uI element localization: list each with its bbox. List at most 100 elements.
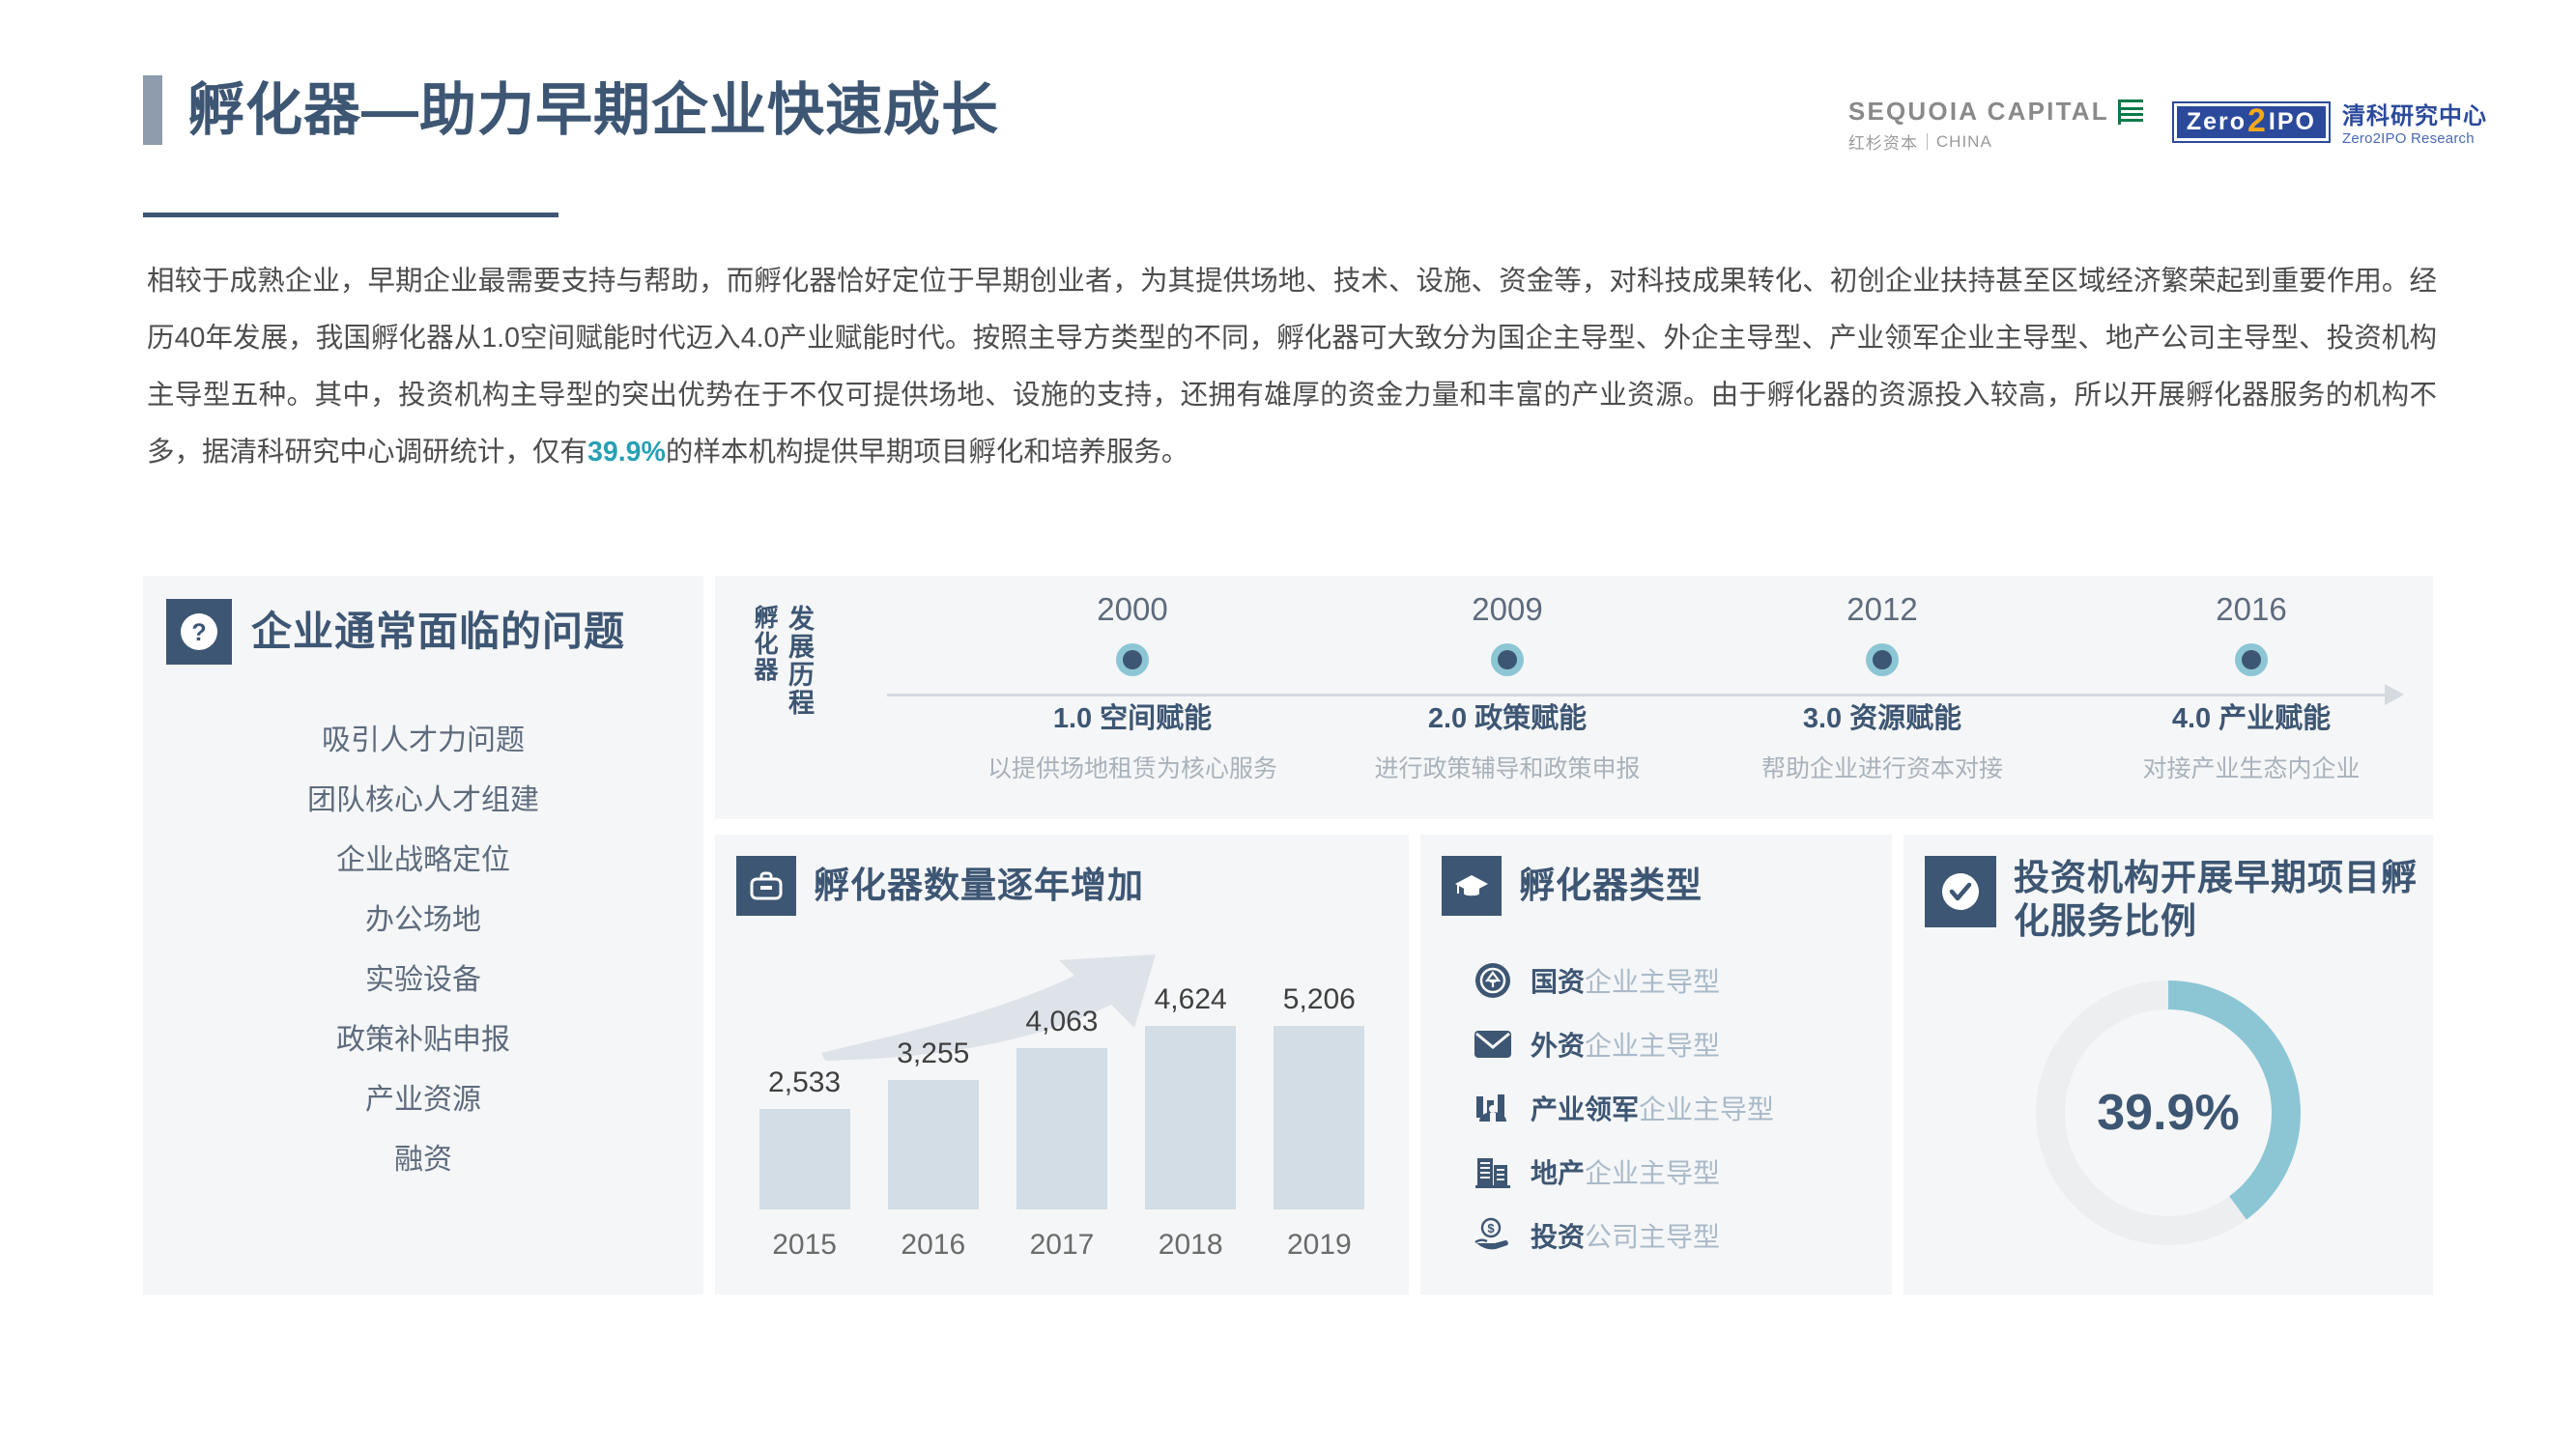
milestone-desc: 进行政策辅导和政策申报 bbox=[1343, 750, 1672, 784]
page-title: 孵化器—助力早期企业快速成长 bbox=[187, 82, 999, 139]
type-rest-label: 企业主导型 bbox=[1585, 1025, 1720, 1064]
list-item: 融资 bbox=[143, 1130, 703, 1190]
intro-text-part1: 相较于成熟企业，早期企业最需要支持与帮助，而孵化器恰好定位于早期创业者，为其提供… bbox=[147, 266, 2437, 468]
milestone-stage: 4.0 产业赋能 bbox=[2087, 696, 2416, 736]
zero2ipo-chinese-name: 清科研究中心 bbox=[2342, 97, 2487, 130]
bar-category-label: 2015 bbox=[751, 1229, 859, 1262]
timeline-milestone: 2009 2.0 政策赋能 进行政策辅导和政策申报 bbox=[1343, 591, 1672, 784]
bar-category-label: 2016 bbox=[879, 1229, 987, 1262]
milestone-desc: 对接产业生态内企业 bbox=[2087, 750, 2416, 784]
industry-leader-icon bbox=[1473, 1088, 1513, 1128]
milestone-desc: 帮助企业进行资本对接 bbox=[1718, 750, 2046, 784]
title-accent-bar bbox=[143, 75, 162, 145]
bar-category-label: 2018 bbox=[1136, 1229, 1245, 1262]
types-list: 国资 企业主导型 外资 企业主导型 bbox=[1473, 949, 1892, 1267]
bar-category-axis: 2015 2016 2017 2018 2019 bbox=[740, 1229, 1384, 1262]
intro-paragraph: 相较于成熟企业，早期企业最需要支持与帮助，而孵化器恰好定位于早期创业者，为其提供… bbox=[147, 253, 2437, 481]
sequoia-chinese-name: 红杉资本 bbox=[1848, 129, 1918, 154]
check-circle-icon bbox=[1925, 856, 1996, 927]
list-item: 产业领军 企业主导型 bbox=[1473, 1076, 1892, 1140]
types-header: 孵化器类型 bbox=[1442, 856, 1892, 916]
bar-value-label: 5,206 bbox=[1283, 983, 1356, 1016]
types-panel: 孵化器类型 国资 企业主导型 bbox=[1420, 835, 1892, 1294]
bar-category-label: 2017 bbox=[1008, 1229, 1116, 1262]
donut-title: 投资机构开展早期项目孵化服务比例 bbox=[2014, 856, 2433, 943]
list-item: 地产 企业主导型 bbox=[1473, 1140, 1892, 1204]
list-item: 办公场地 bbox=[143, 891, 703, 951]
list-item: 政策补贴申报 bbox=[143, 1010, 703, 1070]
donut-panel: 投资机构开展早期项目孵化服务比例 39.9% bbox=[1903, 835, 2433, 1294]
bar-series: 2,533 3,255 4,063 4,624 5,206 bbox=[740, 983, 1384, 1209]
problems-list: 吸引人才力问题 团队核心人才组建 企业战略定位 办公场地 实验设备 政策补贴申报… bbox=[143, 711, 703, 1190]
bar-chart-panel: 孵化器数量逐年增加 2,533 3,255 4,063 bbox=[715, 835, 1409, 1294]
question-mark-icon: ? bbox=[166, 599, 232, 665]
zero2ipo-text: 清科研究中心 Zero2IPO Research bbox=[2342, 97, 2487, 147]
milestone-dot-icon bbox=[2235, 643, 2268, 676]
milestone-dot-icon bbox=[1866, 643, 1899, 676]
bar-rect bbox=[759, 1109, 850, 1209]
sequoia-wordmark-row: SEQUOIA CAPITAL bbox=[1848, 97, 2143, 127]
donut-header: 投资机构开展早期项目孵化服务比例 bbox=[1925, 856, 2433, 943]
type-rest-label: 企业主导型 bbox=[1585, 1152, 1720, 1191]
sequoia-subtitle-row: 红杉资本 CHINA bbox=[1848, 129, 2143, 154]
milestone-year: 2009 bbox=[1343, 591, 1672, 628]
zero2ipo-mark-two: 2 bbox=[2247, 108, 2268, 134]
type-strong-label: 产业领军 bbox=[1531, 1089, 1639, 1127]
bar-value-label: 2,533 bbox=[768, 1066, 841, 1099]
timeline-vertical-label: 孵化器 发展历程 bbox=[750, 605, 814, 717]
timeline-panel: 孵化器 发展历程 2000 1.0 空间赋能 以提供场地租赁为核心服务 2009… bbox=[715, 576, 2433, 819]
building-icon bbox=[1473, 1151, 1513, 1192]
slide-header: 孵化器—助力早期企业快速成长 SEQUOIA CAPITAL 红杉资本 CHIN… bbox=[0, 0, 2576, 232]
donut-center-label: 39.9% bbox=[2023, 968, 2313, 1258]
sequoia-capital-logo: SEQUOIA CAPITAL 红杉资本 CHINA bbox=[1848, 97, 2143, 154]
slide-root: 孵化器—助力早期企业快速成长 SEQUOIA CAPITAL 红杉资本 CHIN… bbox=[0, 0, 2576, 1449]
sequoia-wordmark: SEQUOIA CAPITAL bbox=[1848, 97, 2109, 127]
envelope-icon bbox=[1473, 1024, 1513, 1065]
milestone-stage: 2.0 政策赋能 bbox=[1343, 696, 1672, 736]
type-strong-label: 国资 bbox=[1531, 961, 1585, 1000]
svg-text:$: $ bbox=[1487, 1221, 1495, 1236]
list-item: $ 投资 公司主导型 bbox=[1473, 1204, 1892, 1267]
milestone-year: 2000 bbox=[968, 591, 1297, 628]
money-hand-icon: $ bbox=[1473, 1215, 1513, 1256]
milestone-dot-icon bbox=[1491, 643, 1524, 676]
zero2ipo-logo: Zero 2 IPO 清科研究中心 Zero2IPO Research bbox=[2172, 97, 2487, 147]
milestone-dot-icon bbox=[1116, 643, 1149, 676]
sequoia-leaf-icon bbox=[2118, 99, 2143, 125]
milestone-desc: 以提供场地租赁为核心服务 bbox=[968, 750, 1297, 784]
intro-highlight-percent: 39.9% bbox=[587, 437, 666, 468]
type-strong-label: 外资 bbox=[1531, 1025, 1585, 1064]
zero2ipo-mark: Zero 2 IPO bbox=[2177, 106, 2326, 138]
zero2ipo-english-name: Zero2IPO Research bbox=[2342, 130, 2487, 147]
bar-category-label: 2019 bbox=[1265, 1229, 1373, 1262]
problems-title: 企业通常面临的问题 bbox=[251, 599, 625, 665]
title-row: 孵化器—助力早期企业快速成长 bbox=[143, 75, 999, 145]
bar-value-label: 4,624 bbox=[1155, 983, 1227, 1016]
graduation-cap-icon bbox=[1442, 856, 1502, 916]
timeline-label-right: 发展历程 bbox=[785, 605, 814, 717]
bar-value-label: 4,063 bbox=[1025, 1006, 1098, 1038]
state-capital-icon bbox=[1473, 960, 1513, 1001]
logo-divider bbox=[1927, 133, 1928, 150]
type-rest-label: 公司主导型 bbox=[1585, 1216, 1720, 1255]
bar-item: 2,533 bbox=[751, 983, 859, 1209]
bar-rect bbox=[1145, 1026, 1236, 1209]
bar-rect bbox=[888, 1080, 979, 1209]
type-strong-label: 投资 bbox=[1531, 1216, 1585, 1255]
header-underline bbox=[143, 213, 558, 217]
bar-value-label: 3,255 bbox=[897, 1037, 969, 1070]
timeline-milestone: 2000 1.0 空间赋能 以提供场地租赁为核心服务 bbox=[968, 591, 1297, 784]
list-item: 团队核心人才组建 bbox=[143, 771, 703, 831]
milestone-stage: 3.0 资源赋能 bbox=[1718, 696, 2046, 736]
svg-text:?: ? bbox=[191, 619, 206, 646]
milestone-stage: 1.0 空间赋能 bbox=[968, 696, 1297, 736]
intro-text-part2: 的样本机构提供早期项目孵化和培养服务。 bbox=[666, 437, 1189, 468]
timeline-milestone: 2016 4.0 产业赋能 对接产业生态内企业 bbox=[2087, 591, 2416, 784]
type-rest-label: 企业主导型 bbox=[1639, 1089, 1774, 1127]
zero2ipo-mark-right: IPO bbox=[2269, 108, 2316, 136]
milestone-year: 2016 bbox=[2087, 591, 2416, 628]
sequoia-region: CHINA bbox=[1936, 132, 1992, 152]
donut-chart: 39.9% bbox=[2023, 968, 2313, 1258]
bar-rect bbox=[1274, 1026, 1364, 1209]
timeline-wrap: 孵化器 发展历程 2000 1.0 空间赋能 以提供场地租赁为核心服务 2009… bbox=[715, 576, 2433, 819]
